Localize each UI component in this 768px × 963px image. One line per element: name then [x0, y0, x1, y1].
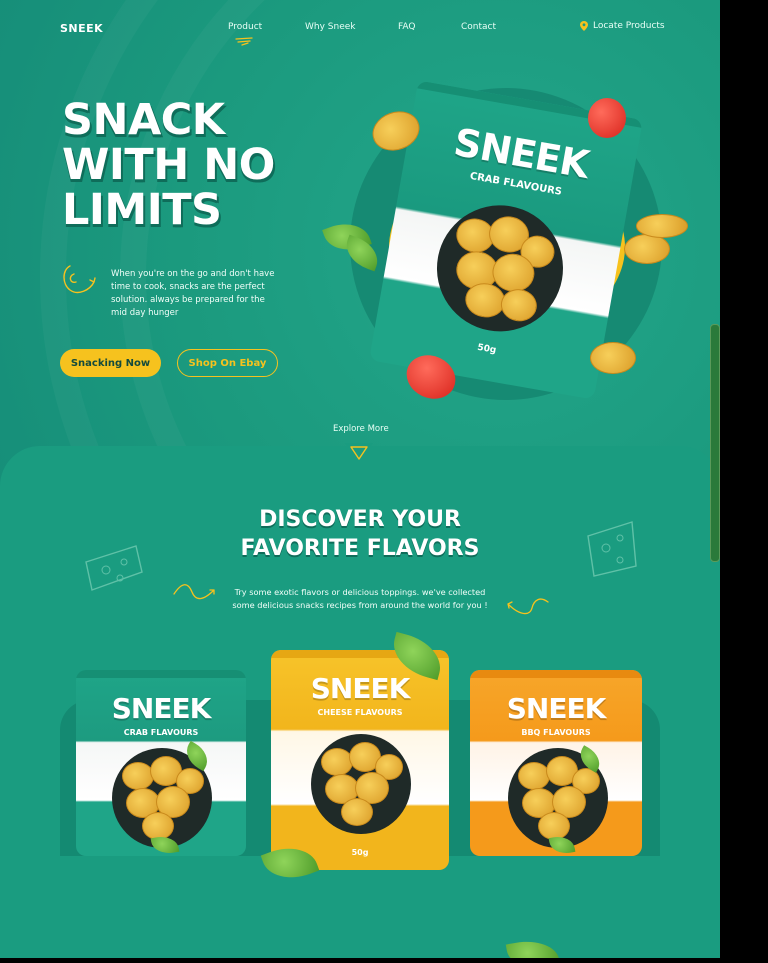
tomato-icon — [588, 98, 626, 138]
bbq-flavour-bag[interactable]: SNEEK BBQ FLAVOURS — [470, 670, 642, 856]
cheese-flavour-bag[interactable]: SNEEK CHEESE FLAVOURS 50g — [260, 631, 449, 888]
explore-down-icon[interactable] — [339, 437, 379, 467]
hero-title: SNACK WITH NO LIMITS — [62, 98, 275, 233]
explore-more-link[interactable]: Explore More — [333, 424, 389, 434]
flavors-title-line: FAVORITE FLAVORS — [240, 536, 480, 561]
chips-bowl — [426, 195, 573, 342]
hero-title-line: LIMITS — [62, 185, 222, 235]
flavors-description: Try some exotic flavors or delicious top… — [232, 587, 488, 610]
hero-title-line: WITH NO — [62, 140, 275, 190]
hero-title-line: SNACK — [62, 95, 225, 145]
active-nav-indicator — [235, 37, 253, 46]
bag-flavour: CRAB FLAVOURS — [123, 728, 199, 737]
page-scrollbar[interactable] — [710, 324, 720, 562]
landing-page: SNEEK Product Why Sneek FAQ Contact Loca… — [0, 0, 720, 958]
squiggle-arrow-icon — [173, 584, 215, 600]
cheese-doodle-icon — [85, 545, 143, 591]
flavors-title: DISCOVER YOUR FAVORITE FLAVORS — [210, 505, 510, 563]
shop-on-ebay-button[interactable]: Shop On Ebay — [177, 349, 278, 377]
nav-faq[interactable]: FAQ — [398, 22, 415, 32]
chip-icon — [624, 234, 670, 264]
bag-brand: SNEEK — [111, 692, 212, 725]
chips-bowl — [311, 734, 411, 834]
locate-products-link[interactable]: Locate Products — [580, 21, 665, 31]
flavors-title-line: DISCOVER YOUR — [259, 507, 461, 532]
snacking-now-button[interactable]: Snacking Now — [60, 349, 161, 377]
squiggle-arrow-icon — [507, 598, 549, 615]
bag-brand: SNEEK — [506, 692, 607, 725]
brand-logo[interactable]: SNEEK — [60, 22, 103, 35]
location-pin-icon — [580, 21, 588, 31]
bag-brand: SNEEK — [310, 672, 411, 705]
nav-why-sneek[interactable]: Why Sneek — [305, 22, 356, 32]
cheese-doodle-icon — [587, 521, 637, 577]
bag-flavour: CHEESE FLAVOURS — [317, 708, 403, 717]
nav-contact[interactable]: Contact — [461, 22, 496, 32]
hero-description: When you're on the go and don't have tim… — [111, 269, 275, 318]
bag-flavour: BBQ FLAVOURS — [521, 728, 591, 737]
chip-icon — [636, 214, 688, 238]
locate-products-label: Locate Products — [593, 21, 665, 31]
swirl-doodle-icon — [63, 265, 96, 294]
nav-product[interactable]: Product — [228, 22, 262, 32]
crab-flavour-bag[interactable]: SNEEK CRAB FLAVOURS — [76, 670, 246, 857]
chip-icon — [590, 342, 636, 374]
